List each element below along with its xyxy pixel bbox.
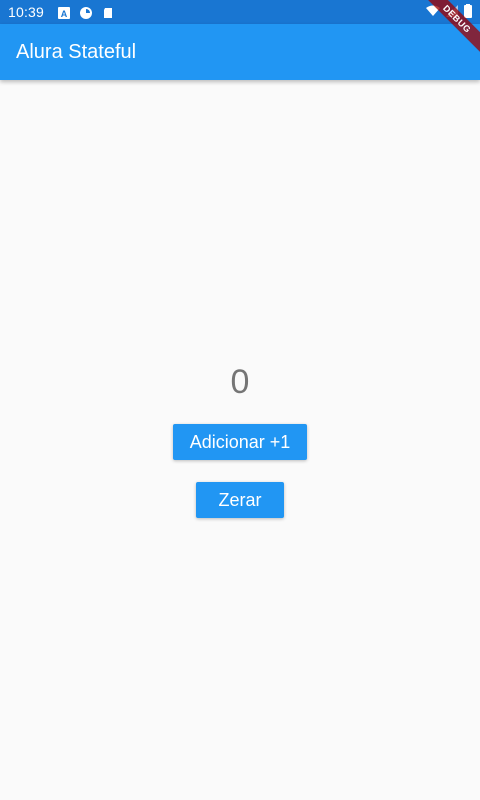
svg-text:A: A xyxy=(61,9,68,19)
signal-icon xyxy=(446,4,458,20)
app-bar: Alura Stateful xyxy=(0,24,480,80)
reset-button[interactable]: Zerar xyxy=(196,482,284,518)
wifi-icon xyxy=(426,4,440,20)
sd-card-icon xyxy=(102,6,114,18)
status-bar: 10:39 A xyxy=(0,0,480,24)
counter-value: 0 xyxy=(230,363,250,401)
status-notification-icons: A xyxy=(58,6,114,19)
status-time: 10:39 xyxy=(8,4,45,20)
app-title: Alura Stateful xyxy=(16,40,137,63)
a-icon: A xyxy=(58,6,71,19)
status-system-icons xyxy=(426,0,472,24)
phone-screen: 10:39 A Alura Stateful 0 Adicionar +1 Ze… xyxy=(0,0,480,800)
battery-icon xyxy=(464,3,472,21)
add-one-button[interactable]: Adicionar +1 xyxy=(173,424,307,460)
main-content: 0 Adicionar +1 Zerar xyxy=(0,80,480,800)
sync-icon xyxy=(80,6,93,19)
